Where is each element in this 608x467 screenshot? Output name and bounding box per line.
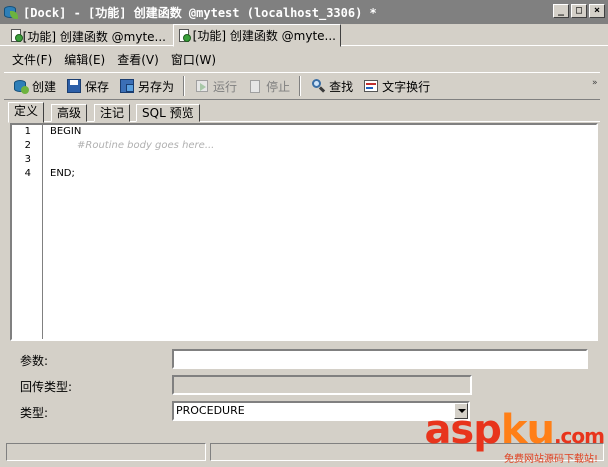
run-button[interactable]: 运行 <box>191 75 240 97</box>
line-number: 2 <box>24 140 31 151</box>
menu-file[interactable]: 文件(F) <box>6 51 58 68</box>
stop-icon <box>247 78 263 94</box>
watermark-ku: ku <box>500 407 555 453</box>
code-line: END; <box>50 168 75 179</box>
tab-definition[interactable]: 定义 <box>8 102 45 123</box>
run-label: 运行 <box>213 79 238 94</box>
code-line: BEGIN <box>50 126 82 137</box>
save-as-label: 另存为 <box>138 79 175 94</box>
title-bar: [Dock] - [功能] 创建函数 @mytest (localhost_33… <box>0 0 608 24</box>
function-icon <box>10 29 23 43</box>
document-tabs: [功能] 创建函数 @myte... [功能] 创建函数 @myte... <box>0 24 608 47</box>
return-type-label: 回传类型: <box>20 380 73 394</box>
menu-view[interactable]: 查看(V) <box>111 51 165 68</box>
word-wrap-icon <box>363 78 379 94</box>
code-area[interactable]: BEGIN #Routine body goes here... END; <box>50 125 596 339</box>
toolbar: 创建 保存 另存为 运行 停止 查找 文字换行 » <box>4 72 600 100</box>
status-panel-left <box>6 443 206 461</box>
line-number-gutter: 1 2 3 4 <box>12 125 43 339</box>
aspku-watermark: aspku.com 免费网站源码下载站! <box>424 407 605 465</box>
menu-window[interactable]: 窗口(W) <box>165 51 222 68</box>
line-number: 4 <box>24 168 31 179</box>
save-as-icon <box>119 78 135 94</box>
menu-bar: 文件(F) 编辑(E) 查看(V) 窗口(W) <box>0 47 608 71</box>
watermark-com: .com <box>553 424 605 448</box>
type-select-value: PROCEDURE <box>176 404 245 417</box>
find-label: 查找 <box>329 79 354 94</box>
code-comment-line: #Routine body goes here... <box>77 140 215 151</box>
watermark-asp: asp <box>424 407 501 453</box>
tab-sql-preview[interactable]: SQL 预览 <box>136 104 200 122</box>
code-editor[interactable]: 1 2 3 4 BEGIN #Routine body goes here...… <box>10 123 598 341</box>
save-button[interactable]: 保存 <box>63 75 112 97</box>
params-input[interactable] <box>172 349 588 369</box>
word-wrap-label: 文字换行 <box>382 79 431 94</box>
definition-tabs: 定义 高级 注记 SQL 预览 <box>8 102 600 123</box>
stop-label: 停止 <box>266 79 291 94</box>
find-button[interactable]: 查找 <box>307 75 356 97</box>
toolbar-overflow-icon[interactable]: » <box>592 79 598 95</box>
line-number: 1 <box>24 126 31 137</box>
doc-tab-1[interactable]: [功能] 创建函数 @myte... <box>6 26 170 46</box>
close-button[interactable]: × <box>589 4 605 18</box>
maximize-button[interactable]: □ <box>571 4 587 18</box>
create-button[interactable]: 创建 <box>10 75 59 97</box>
type-label: 类型: <box>20 406 49 420</box>
toolbar-separator <box>183 76 186 96</box>
tab-advanced[interactable]: 高级 <box>51 104 88 122</box>
function-icon <box>178 28 191 43</box>
doc-tab-2[interactable]: [功能] 创建函数 @myte... <box>173 24 341 47</box>
create-icon <box>13 78 29 94</box>
doc-tab-label: [功能] 创建函数 @myte... <box>192 29 336 43</box>
save-as-button[interactable]: 另存为 <box>116 75 177 97</box>
watermark-tagline: 免费网站源码下载站! <box>503 454 598 465</box>
menu-edit[interactable]: 编辑(E) <box>58 51 111 68</box>
word-wrap-button[interactable]: 文字换行 <box>360 75 433 97</box>
line-number: 3 <box>24 154 31 165</box>
stop-button[interactable]: 停止 <box>244 75 293 97</box>
return-type-input <box>172 375 472 395</box>
navicat-app-icon[interactable] <box>3 4 19 20</box>
magnifier-icon <box>310 78 326 94</box>
params-label: 参数: <box>20 354 49 368</box>
save-label: 保存 <box>85 79 110 94</box>
create-label: 创建 <box>32 79 57 94</box>
run-icon <box>194 78 210 94</box>
save-icon <box>66 78 82 94</box>
window-controls: _ □ × <box>553 4 605 18</box>
tab-comment[interactable]: 注记 <box>94 104 131 122</box>
doc-tab-label: [功能] 创建函数 @myte... <box>22 29 166 44</box>
minimize-button[interactable]: _ <box>553 4 569 18</box>
toolbar-separator <box>299 76 302 96</box>
window-title: [Dock] - [功能] 创建函数 @mytest (localhost_33… <box>23 5 377 20</box>
